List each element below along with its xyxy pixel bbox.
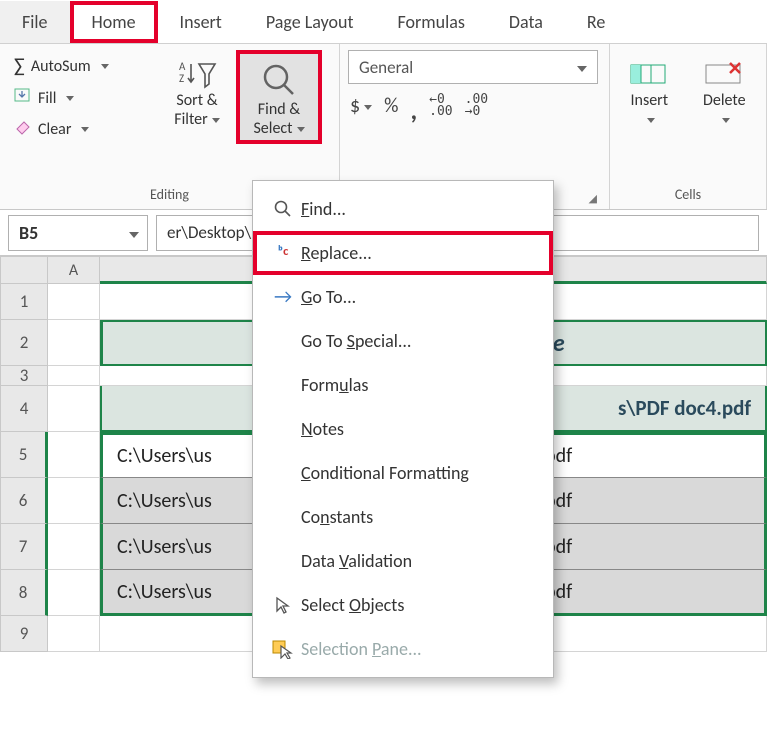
cell[interactable] <box>48 432 100 478</box>
search-icon <box>259 60 299 100</box>
row-header[interactable]: 2 <box>0 320 48 366</box>
menu-formulas-label: Formulas <box>301 374 537 396</box>
sigma-icon: ∑ <box>14 54 25 78</box>
decrease-decimal-button[interactable]: .00→0 <box>465 94 488 126</box>
menu-constants[interactable]: Constants <box>253 495 553 539</box>
delete-cells-icon <box>704 57 744 91</box>
search-icon <box>265 199 301 219</box>
replace-icon: ᵇc <box>265 244 301 262</box>
insert-cells-icon <box>629 57 669 91</box>
menu-goto-special-label: Go To Special... <box>301 330 537 352</box>
row-header[interactable]: 8 <box>0 570 48 616</box>
find-select-menu: Find... ᵇc Replace... → Go To... Go To S… <box>252 180 554 678</box>
clear-label: Clear <box>38 120 71 139</box>
number-format-value: General <box>359 57 413 78</box>
cell[interactable] <box>48 284 100 320</box>
tab-formulas[interactable]: Formulas <box>376 1 487 43</box>
menu-goto-label: Go To... <box>301 286 537 308</box>
tab-home[interactable]: Home <box>70 1 158 43</box>
ribbon-tabs: File Home Insert Page Layout Formulas Da… <box>0 0 767 44</box>
menu-selection-pane[interactable]: Selection Pane... <box>253 627 553 671</box>
tab-file[interactable]: File <box>0 1 70 43</box>
menu-select-objects[interactable]: Select Objects <box>253 583 553 627</box>
tab-data[interactable]: Data <box>487 1 565 43</box>
menu-data-validation-label: Data Validation <box>301 550 537 572</box>
menu-replace[interactable]: ᵇc Replace... <box>253 231 553 275</box>
comma-button[interactable]: , <box>410 94 417 126</box>
cell[interactable] <box>48 524 100 570</box>
percent-button[interactable]: % <box>384 94 398 126</box>
insert-cells-button[interactable]: Insert <box>618 50 681 132</box>
row-header[interactable]: 7 <box>0 524 48 570</box>
column-header-a[interactable]: A <box>48 256 100 284</box>
menu-selection-pane-label: Selection Pane... <box>301 638 537 660</box>
currency-button[interactable]: $ <box>350 94 372 126</box>
menu-select-objects-label: Select Objects <box>301 594 537 616</box>
cell[interactable] <box>48 570 100 616</box>
increase-decimal-button[interactable]: ←0.00 <box>429 94 452 126</box>
number-dialog-launcher-icon[interactable]: ◢ <box>589 192 597 205</box>
delete-cells-button[interactable]: Delete <box>691 50 758 132</box>
number-format-select[interactable]: General <box>348 50 598 84</box>
sort-filter-button[interactable]: AZ Sort &Filter <box>162 50 232 144</box>
menu-constants-label: Constants <box>301 506 537 528</box>
selection-pane-icon <box>265 639 301 659</box>
find-select-button[interactable]: Find &Select <box>236 50 322 144</box>
name-box[interactable]: B5 <box>8 215 148 251</box>
menu-goto-special[interactable]: Go To Special... <box>253 319 553 363</box>
menu-goto[interactable]: → Go To... <box>253 275 553 319</box>
menu-formulas[interactable]: Formulas <box>253 363 553 407</box>
row-header[interactable]: 3 <box>0 366 48 386</box>
svg-text:Z: Z <box>179 72 184 85</box>
menu-notes-label: Notes <box>301 418 537 440</box>
cell[interactable] <box>48 478 100 524</box>
row-header[interactable]: 9 <box>0 616 48 652</box>
menu-find-label: Find... <box>301 198 537 220</box>
eraser-icon <box>14 119 32 140</box>
tab-review[interactable]: Re <box>565 1 627 43</box>
cell[interactable] <box>48 366 100 386</box>
sort-filter-icon: AZ <box>177 57 217 91</box>
tab-insert[interactable]: Insert <box>158 1 244 43</box>
fill-label: Fill <box>38 89 56 108</box>
menu-data-validation[interactable]: Data Validation <box>253 539 553 583</box>
clear-button[interactable]: Clear <box>8 115 158 144</box>
row-header[interactable]: 6 <box>0 478 48 524</box>
name-box-value: B5 <box>19 222 38 244</box>
menu-find[interactable]: Find... <box>253 187 553 231</box>
row-header[interactable]: 1 <box>0 284 48 320</box>
group-cells: Insert Delete Cells <box>610 44 767 209</box>
menu-replace-label: Replace... <box>301 242 537 264</box>
select-all-corner[interactable] <box>0 256 48 284</box>
tab-page-layout[interactable]: Page Layout <box>244 1 376 43</box>
autosum-button[interactable]: ∑ AutoSum <box>8 50 158 82</box>
cell[interactable] <box>48 386 100 432</box>
row-header[interactable]: 4 <box>0 386 48 432</box>
fill-button[interactable]: Fill <box>8 84 158 113</box>
autosum-label: AutoSum <box>31 57 91 76</box>
cursor-icon <box>265 595 301 615</box>
cell[interactable] <box>48 320 100 366</box>
menu-notes[interactable]: Notes <box>253 407 553 451</box>
arrow-right-icon: → <box>265 285 301 309</box>
fill-down-icon <box>14 88 32 109</box>
row-header[interactable]: 5 <box>0 432 48 478</box>
cell[interactable] <box>48 616 100 652</box>
group-cells-label: Cells <box>618 182 758 209</box>
menu-conditional-formatting[interactable]: Conditional Formatting <box>253 451 553 495</box>
menu-cond-fmt-label: Conditional Formatting <box>301 462 537 484</box>
